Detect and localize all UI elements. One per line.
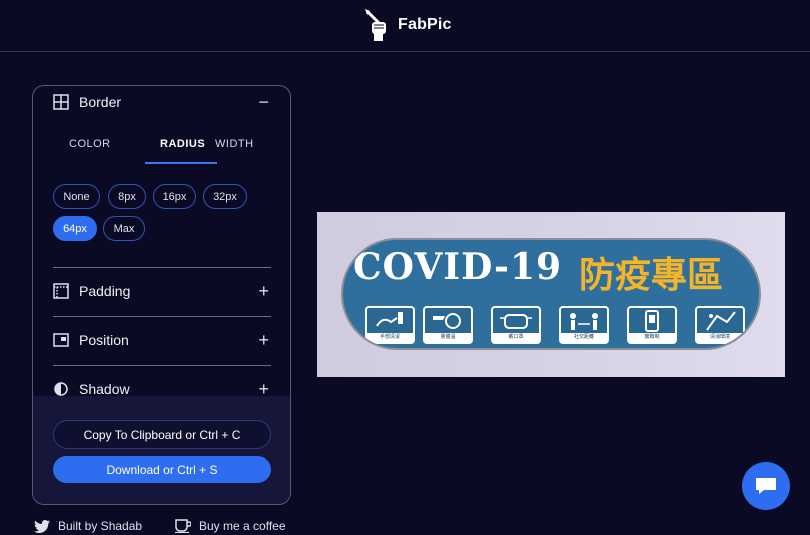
border-section-title: Border bbox=[79, 94, 122, 110]
padding-section-header[interactable]: Padding + bbox=[53, 282, 271, 300]
shadow-icon bbox=[54, 382, 68, 396]
phone-checkin-icon: 實聯制 bbox=[627, 306, 677, 344]
buy-coffee-link[interactable]: Buy me a coffee bbox=[175, 519, 286, 533]
disinfect-icon: 清消環境 bbox=[695, 306, 745, 344]
section-divider bbox=[53, 267, 271, 268]
border-grid-icon bbox=[53, 94, 69, 110]
app-name: FabPic bbox=[398, 16, 452, 33]
section-divider bbox=[53, 316, 271, 317]
social-distance-glyph bbox=[570, 313, 598, 330]
coffee-cup-icon bbox=[175, 519, 191, 533]
phone-checkin-glyph bbox=[645, 310, 659, 332]
buy-coffee-text: Buy me a coffee bbox=[199, 519, 286, 533]
tab-color[interactable]: COLOR bbox=[69, 138, 111, 150]
shadow-section-title: Shadow bbox=[79, 381, 130, 397]
chat-button[interactable] bbox=[742, 462, 790, 510]
chat-bubble-icon bbox=[756, 478, 776, 494]
twitter-icon bbox=[34, 519, 50, 533]
expand-icon[interactable]: + bbox=[258, 331, 269, 349]
border-tabs: COLOR RADIUS WIDTH bbox=[53, 136, 271, 166]
collapse-icon[interactable]: − bbox=[258, 93, 269, 111]
built-by-link[interactable]: Built by Shadab bbox=[34, 519, 142, 533]
radius-option-16px[interactable]: 16px bbox=[153, 184, 196, 209]
thermometer-icon: 量體溫 bbox=[423, 306, 473, 344]
radius-option-64px[interactable]: 64px bbox=[53, 216, 97, 241]
top-bar: FabPic bbox=[0, 0, 810, 52]
border-section-header[interactable]: Border − bbox=[53, 93, 271, 111]
icon-caption: 實聯制 bbox=[629, 333, 675, 342]
icon-caption: 量體溫 bbox=[425, 333, 471, 342]
radius-option-none[interactable]: None bbox=[53, 184, 100, 209]
disinfect-glyph bbox=[706, 311, 736, 331]
radius-option-max[interactable]: Max bbox=[103, 216, 145, 241]
padding-section-title: Padding bbox=[79, 283, 131, 299]
icon-caption: 清消環境 bbox=[697, 333, 743, 342]
face-mask-icon: 戴口罩 bbox=[491, 306, 541, 344]
position-icon bbox=[53, 333, 69, 347]
preview-banner-image: COVID-19 防疫專區 手部清潔 量體溫 戴口罩 社交距離 實聯制 清消環境 bbox=[341, 238, 761, 350]
image-preview: COVID-19 防疫專區 手部清潔 量體溫 戴口罩 社交距離 實聯制 清消環境 bbox=[317, 212, 785, 377]
position-section-header[interactable]: Position + bbox=[53, 331, 271, 349]
radius-option-32px[interactable]: 32px bbox=[203, 184, 247, 209]
thermometer-glyph bbox=[433, 313, 461, 329]
icon-caption: 手部清潔 bbox=[367, 333, 413, 342]
download-button[interactable]: Download or Ctrl + S bbox=[53, 456, 271, 483]
tab-radius[interactable]: RADIUS bbox=[160, 138, 205, 150]
shadow-section-header[interactable]: Shadow + bbox=[53, 380, 271, 398]
icon-caption: 戴口罩 bbox=[493, 333, 539, 342]
copy-to-clipboard-button[interactable]: Copy To Clipboard or Ctrl + C bbox=[53, 420, 271, 449]
padding-icon bbox=[53, 283, 69, 299]
radius-option-8px[interactable]: 8px bbox=[108, 184, 146, 209]
position-section-title: Position bbox=[79, 332, 129, 348]
settings-panel: Border − COLOR RADIUS WIDTH None 8px 16p… bbox=[32, 85, 291, 505]
app-logo[interactable]: FabPic bbox=[362, 8, 452, 42]
fist-brush-icon bbox=[365, 9, 386, 41]
icon-caption: 社交距離 bbox=[561, 333, 607, 342]
hand-wash-icon: 手部清潔 bbox=[365, 306, 415, 344]
face-mask-glyph bbox=[500, 314, 532, 329]
social-distance-icon: 社交距離 bbox=[559, 306, 609, 344]
panel-actions: Copy To Clipboard or Ctrl + C Download o… bbox=[33, 396, 290, 504]
banner-title: COVID-19 bbox=[353, 246, 563, 288]
section-divider bbox=[53, 365, 271, 366]
built-by-text: Built by Shadab bbox=[58, 519, 143, 533]
banner-title-chinese: 防疫專區 bbox=[579, 254, 724, 296]
tab-width[interactable]: WIDTH bbox=[215, 138, 254, 150]
expand-icon[interactable]: + bbox=[258, 282, 269, 300]
active-tab-indicator bbox=[145, 162, 217, 164]
hand-wash-glyph bbox=[376, 312, 403, 327]
